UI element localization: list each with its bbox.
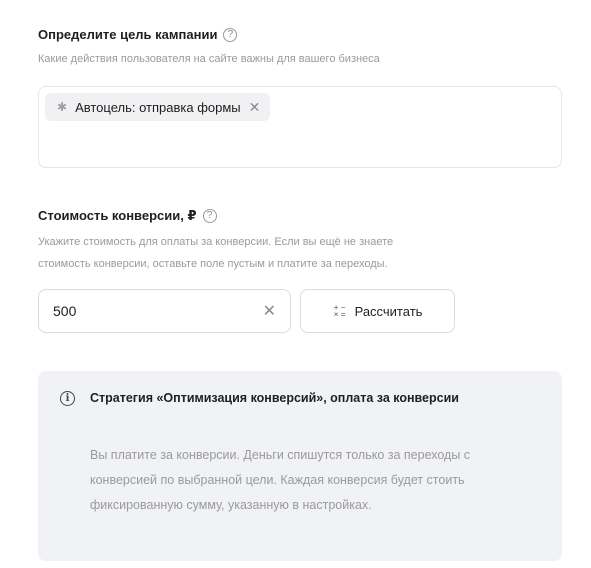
info-text: Вы платите за конверсии. Деньги спишутся… <box>90 448 471 512</box>
goal-marker-icon: ✱ <box>57 100 68 114</box>
selected-goal-label: Автоцель: отправка формы <box>75 99 241 115</box>
conversion-cost-input[interactable] <box>53 303 263 319</box>
cost-section-title: Стоимость конверсии, ₽ ? <box>38 208 217 224</box>
question-circle-icon[interactable]: ? <box>202 209 217 223</box>
question-circle-icon[interactable]: ? <box>223 27 238 42</box>
info-title: Стратегия «Оптимизация конверсий», оплат… <box>90 391 459 405</box>
calculator-icon: + − × = <box>333 303 346 319</box>
selected-goal-chip[interactable]: ✱ Автоцель: отправка формы ✕ <box>45 93 271 121</box>
goal-section-title: Определите цель кампании ? <box>38 27 238 42</box>
calculate-label: Рассчитать <box>354 303 423 319</box>
clear-icon[interactable]: ✕ <box>263 301 276 321</box>
goal-selector[interactable]: ✱ Автоцель: отправка формы ✕ <box>38 86 562 168</box>
info-icon: i <box>60 391 75 406</box>
campaign-strategy-form: Определите цель кампании ? Какие действи… <box>0 0 591 568</box>
goal-hint: Какие действия пользователя на сайте важ… <box>38 53 380 65</box>
conversion-cost-field[interactable]: ✕ <box>38 289 291 333</box>
strategy-info-box: i Стратегия «Оптимизация конверсий», опл… <box>38 371 562 561</box>
calculate-button[interactable]: + − × = Рассчитать <box>300 289 455 333</box>
remove-goal-icon[interactable]: ✕ <box>249 99 261 116</box>
cost-hint: Укажите стоимость для оплаты за конверси… <box>38 236 394 270</box>
